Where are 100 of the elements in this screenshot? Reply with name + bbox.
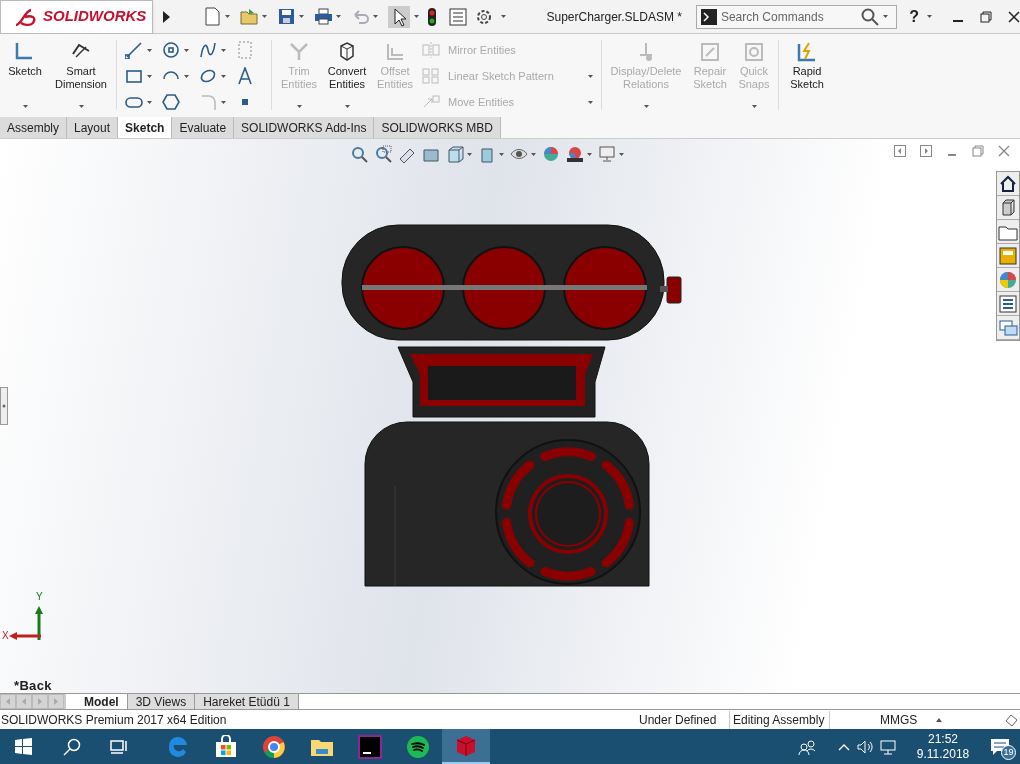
- new-document-icon[interactable]: [203, 7, 223, 26]
- y-axis-arrow: [35, 604, 43, 640]
- zoom-to-fit-icon[interactable]: [350, 145, 368, 163]
- caret-icon[interactable]: [78, 105, 84, 108]
- spline-icon[interactable]: [199, 41, 217, 59]
- command-tab[interactable]: SOLIDWORKS MBD: [374, 117, 501, 138]
- caret-icon[interactable]: [221, 48, 226, 52]
- logo[interactable]: SOLIDWORKS: [0, 0, 154, 34]
- open-folder-icon[interactable]: [240, 7, 260, 26]
- select-pointer-icon[interactable]: [388, 5, 411, 28]
- close-icon[interactable]: [1008, 10, 1020, 23]
- caret-icon[interactable]: [184, 74, 189, 78]
- x-axis-arrow: [7, 632, 41, 640]
- model-tab[interactable]: 3D Views: [127, 694, 196, 709]
- status-field: MMGS: [880, 710, 916, 729]
- caret-icon[interactable]: [221, 100, 226, 104]
- caret-icon[interactable]: [467, 152, 472, 156]
- caret-icon[interactable]: [336, 15, 342, 18]
- help-button[interactable]: ?: [909, 4, 919, 29]
- command-tab[interactable]: Evaluate: [172, 117, 235, 138]
- caret-icon[interactable]: [373, 15, 379, 18]
- caret-icon[interactable]: [221, 74, 226, 78]
- text-icon[interactable]: [236, 67, 254, 85]
- printer-icon[interactable]: [314, 7, 334, 26]
- appearances-icon[interactable]: [998, 269, 1018, 290]
- caret-icon[interactable]: [299, 15, 305, 18]
- caret-icon[interactable]: [531, 152, 536, 156]
- rectangle-icon[interactable]: [125, 67, 143, 85]
- chevron-up-icon[interactable]: [838, 742, 850, 751]
- view-orientation-icon[interactable]: [446, 145, 464, 163]
- people-icon[interactable]: [798, 738, 816, 755]
- shopping-bag-icon: [214, 734, 238, 759]
- ellipse-icon[interactable]: [199, 67, 217, 85]
- settings-icon[interactable]: [475, 7, 494, 26]
- clock[interactable]: 21:52 9.11.2018: [908, 731, 978, 762]
- browser-icon: [166, 734, 190, 759]
- restore-icon[interactable]: [980, 10, 992, 23]
- command-tab[interactable]: SOLIDWORKS Add-Ins: [234, 117, 375, 138]
- tool-button[interactable]: Rapid Sketch: [783, 40, 831, 116]
- caret-icon[interactable]: [147, 48, 152, 52]
- next-pane-icon[interactable]: [920, 145, 932, 157]
- caret-icon[interactable]: [147, 74, 152, 78]
- panel-handle-icon[interactable]: [0, 387, 8, 425]
- task-view-icon[interactable]: [110, 737, 128, 756]
- previous-pane-icon[interactable]: [894, 145, 906, 157]
- view-name: *Back: [14, 677, 52, 695]
- caret-icon[interactable]: [499, 152, 504, 156]
- caret-icon[interactable]: [225, 15, 231, 18]
- caret-icon[interactable]: [147, 100, 152, 104]
- notification-count: 19: [1001, 745, 1016, 760]
- command-tab[interactable]: Sketch: [118, 117, 173, 138]
- search-icon[interactable]: [63, 737, 81, 756]
- status-field: Editing Assembly: [730, 710, 830, 729]
- tool-button[interactable]: Smart Dimension: [50, 40, 112, 116]
- home-icon[interactable]: [998, 173, 1018, 194]
- caret-icon[interactable]: [414, 15, 420, 18]
- axis-label: Y: [36, 592, 43, 602]
- tool-button[interactable]: Convert Entities: [322, 40, 372, 116]
- music-app-icon: [406, 734, 430, 759]
- caret-icon[interactable]: [882, 15, 888, 18]
- caret-icon[interactable]: [22, 105, 28, 108]
- status-text: SOLIDWORKS Premium 2017 x64 Edition: [0, 711, 228, 729]
- repair-icon: [698, 40, 722, 64]
- circle-icon[interactable]: [162, 41, 180, 59]
- traffic-light-icon[interactable]: [427, 6, 438, 27]
- tool-button[interactable]: Sketch: [0, 40, 50, 116]
- properties-icon[interactable]: [998, 293, 1018, 314]
- command-tab[interactable]: Assembly: [0, 117, 67, 138]
- caret-icon[interactable]: [262, 15, 268, 18]
- caret-icon[interactable]: [501, 15, 507, 18]
- mirror-icon: [422, 41, 440, 59]
- command-prompt-icon: [700, 8, 717, 25]
- model-tab[interactable]: Hareket Etüdü 1: [195, 694, 299, 709]
- command-tab[interactable]: Layout: [67, 117, 119, 138]
- taskbar-app[interactable]: [442, 729, 490, 764]
- options-list-icon[interactable]: [449, 7, 468, 26]
- logo-text: SOLIDWORKS: [43, 6, 147, 27]
- search-icon[interactable]: [860, 7, 879, 26]
- save-icon[interactable]: [277, 7, 297, 26]
- caret-icon[interactable]: [184, 48, 189, 52]
- snap-icon: [742, 40, 766, 64]
- network-icon[interactable]: [880, 738, 898, 755]
- line-icon[interactable]: [125, 41, 143, 59]
- expand-arrow-icon[interactable]: [161, 9, 172, 24]
- windows-start-icon[interactable]: [15, 738, 32, 755]
- search-input[interactable]: Search Commands: [720, 7, 857, 26]
- caret-icon[interactable]: [344, 105, 350, 108]
- caret-icon[interactable]: [927, 15, 932, 18]
- zoom-area-icon[interactable]: [374, 145, 392, 163]
- search-field[interactable]: Search Commands: [695, 4, 898, 29]
- appearance-icon[interactable]: [542, 145, 560, 163]
- status-field: Under Defined: [630, 710, 730, 729]
- scene-icon[interactable]: [566, 145, 584, 163]
- document-title: SuperCharger.SLDASM *: [546, 8, 683, 26]
- caret-icon[interactable]: [619, 152, 624, 156]
- volume-icon[interactable]: [856, 738, 874, 755]
- caret-icon[interactable]: [587, 152, 592, 156]
- polygon-icon[interactable]: [162, 93, 180, 111]
- pattern-icon: [422, 67, 440, 85]
- cube-app-icon: [454, 733, 478, 758]
